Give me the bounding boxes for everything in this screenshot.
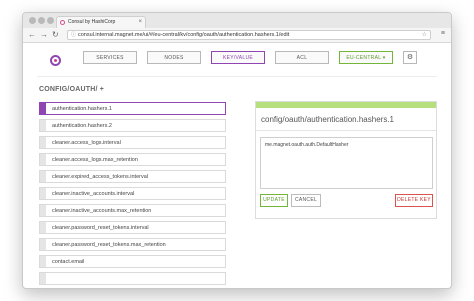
value-textarea[interactable]: me.magnet.oauth.auth.DefaultHasher bbox=[260, 137, 433, 189]
key-list-item[interactable]: cleaner.password_reset_tokens.max_retent… bbox=[39, 238, 226, 251]
key-name: contact.email bbox=[52, 259, 85, 265]
browser-toolbar: ← → ↻ ⓘ consul.internal.magnet.me/ui/#/e… bbox=[23, 28, 451, 43]
key-name: authentication.hashers.2 bbox=[52, 123, 112, 129]
key-name: cleaner.inactive_accounts.interval bbox=[52, 191, 135, 197]
browser-menu-icon[interactable]: ≡ bbox=[441, 30, 445, 37]
address-text: consul.internal.magnet.me/ui/#/eu-centra… bbox=[78, 32, 290, 38]
key-name: cleaner.inactive_accounts.max_retention bbox=[52, 208, 152, 214]
close-tab-icon[interactable]: × bbox=[138, 17, 142, 28]
key-name: cleaner.expired_access_tokens.interval bbox=[52, 174, 149, 180]
key-list-item[interactable]: cleaner.access_logs.interval bbox=[39, 136, 226, 149]
nav-keyvalue-button[interactable]: KEY/VALUE bbox=[211, 51, 265, 64]
key-list-item[interactable]: cleaner.expired_access_tokens.interval bbox=[39, 170, 226, 183]
item-bar bbox=[40, 120, 46, 131]
close-window-button[interactable] bbox=[29, 17, 36, 24]
consul-favicon-icon bbox=[60, 20, 65, 25]
key-name: cleaner.access_logs.interval bbox=[52, 140, 121, 146]
breadcrumb[interactable]: CONFIG/OAUTH/ + bbox=[39, 86, 104, 93]
item-bar bbox=[40, 273, 46, 284]
key-name: cleaner.access_logs.max_retention bbox=[52, 157, 138, 163]
consul-logo-icon[interactable] bbox=[50, 55, 61, 66]
bookmark-star-icon[interactable]: ☆ bbox=[422, 31, 427, 39]
key-list-item[interactable]: cleaner.password_reset_tokens.interval bbox=[39, 221, 226, 234]
key-list-item[interactable]: authentication.hashers.1 bbox=[39, 102, 226, 115]
key-list-item[interactable]: cleaner.inactive_accounts.max_retention bbox=[39, 204, 226, 217]
header-divider bbox=[37, 76, 437, 77]
panel-divider bbox=[256, 130, 436, 131]
datacenter-dropdown[interactable]: EU-CENTRAL ▾ bbox=[339, 51, 393, 64]
status-bar bbox=[256, 102, 436, 108]
item-bar bbox=[40, 222, 46, 233]
key-list: authentication.hashers.1 authentication.… bbox=[39, 102, 227, 288]
item-bar bbox=[40, 239, 46, 250]
item-bar bbox=[40, 188, 46, 199]
key-list-item[interactable]: authentication.hashers.2 bbox=[39, 119, 226, 132]
item-bar bbox=[40, 205, 46, 216]
reload-icon[interactable]: ↻ bbox=[52, 30, 59, 40]
back-arrow-icon[interactable]: ← bbox=[28, 30, 36, 40]
key-detail-panel: config/oauth/authentication.hashers.1 me… bbox=[255, 101, 437, 219]
key-name: authentication.hashers.1 bbox=[52, 106, 112, 112]
settings-gear-icon[interactable]: ⚙ bbox=[403, 51, 417, 64]
nav-nodes-button[interactable]: NODES bbox=[147, 51, 201, 64]
item-bar bbox=[40, 171, 46, 182]
key-name: cleaner.password_reset_tokens.interval bbox=[52, 225, 149, 231]
nav-services-button[interactable]: SERVICES bbox=[83, 51, 137, 64]
update-button[interactable]: UPDATE bbox=[260, 194, 288, 207]
key-list-item[interactable]: contact.email bbox=[39, 255, 226, 268]
tab-title: Consul by HashiCorp bbox=[68, 19, 116, 25]
key-list-item[interactable] bbox=[39, 272, 226, 285]
item-bar bbox=[40, 137, 46, 148]
browser-tab[interactable]: Consul by HashiCorp × bbox=[56, 16, 146, 28]
title-bar: Consul by HashiCorp × bbox=[23, 13, 451, 28]
minimize-window-button[interactable] bbox=[38, 17, 45, 24]
browser-window: Consul by HashiCorp × ← → ↻ ⓘ consul.int… bbox=[22, 12, 452, 289]
zoom-window-button[interactable] bbox=[47, 17, 54, 24]
address-bar[interactable]: ⓘ consul.internal.magnet.me/ui/#/eu-cent… bbox=[67, 30, 431, 40]
key-list-item[interactable]: cleaner.inactive_accounts.interval bbox=[39, 187, 226, 200]
delete-key-button[interactable]: DELETE KEY bbox=[395, 194, 433, 207]
item-bar bbox=[40, 256, 46, 267]
key-name: cleaner.password_reset_tokens.max_retent… bbox=[52, 242, 166, 248]
key-list-item[interactable]: cleaner.access_logs.max_retention bbox=[39, 153, 226, 166]
nav-acl-button[interactable]: ACL bbox=[275, 51, 329, 64]
cancel-button[interactable]: CANCEL bbox=[291, 194, 321, 207]
page-info-icon[interactable]: ⓘ bbox=[71, 31, 76, 39]
key-title: config/oauth/authentication.hashers.1 bbox=[261, 115, 394, 124]
forward-arrow-icon[interactable]: → bbox=[40, 30, 48, 40]
selection-bar bbox=[40, 103, 46, 114]
item-bar bbox=[40, 154, 46, 165]
